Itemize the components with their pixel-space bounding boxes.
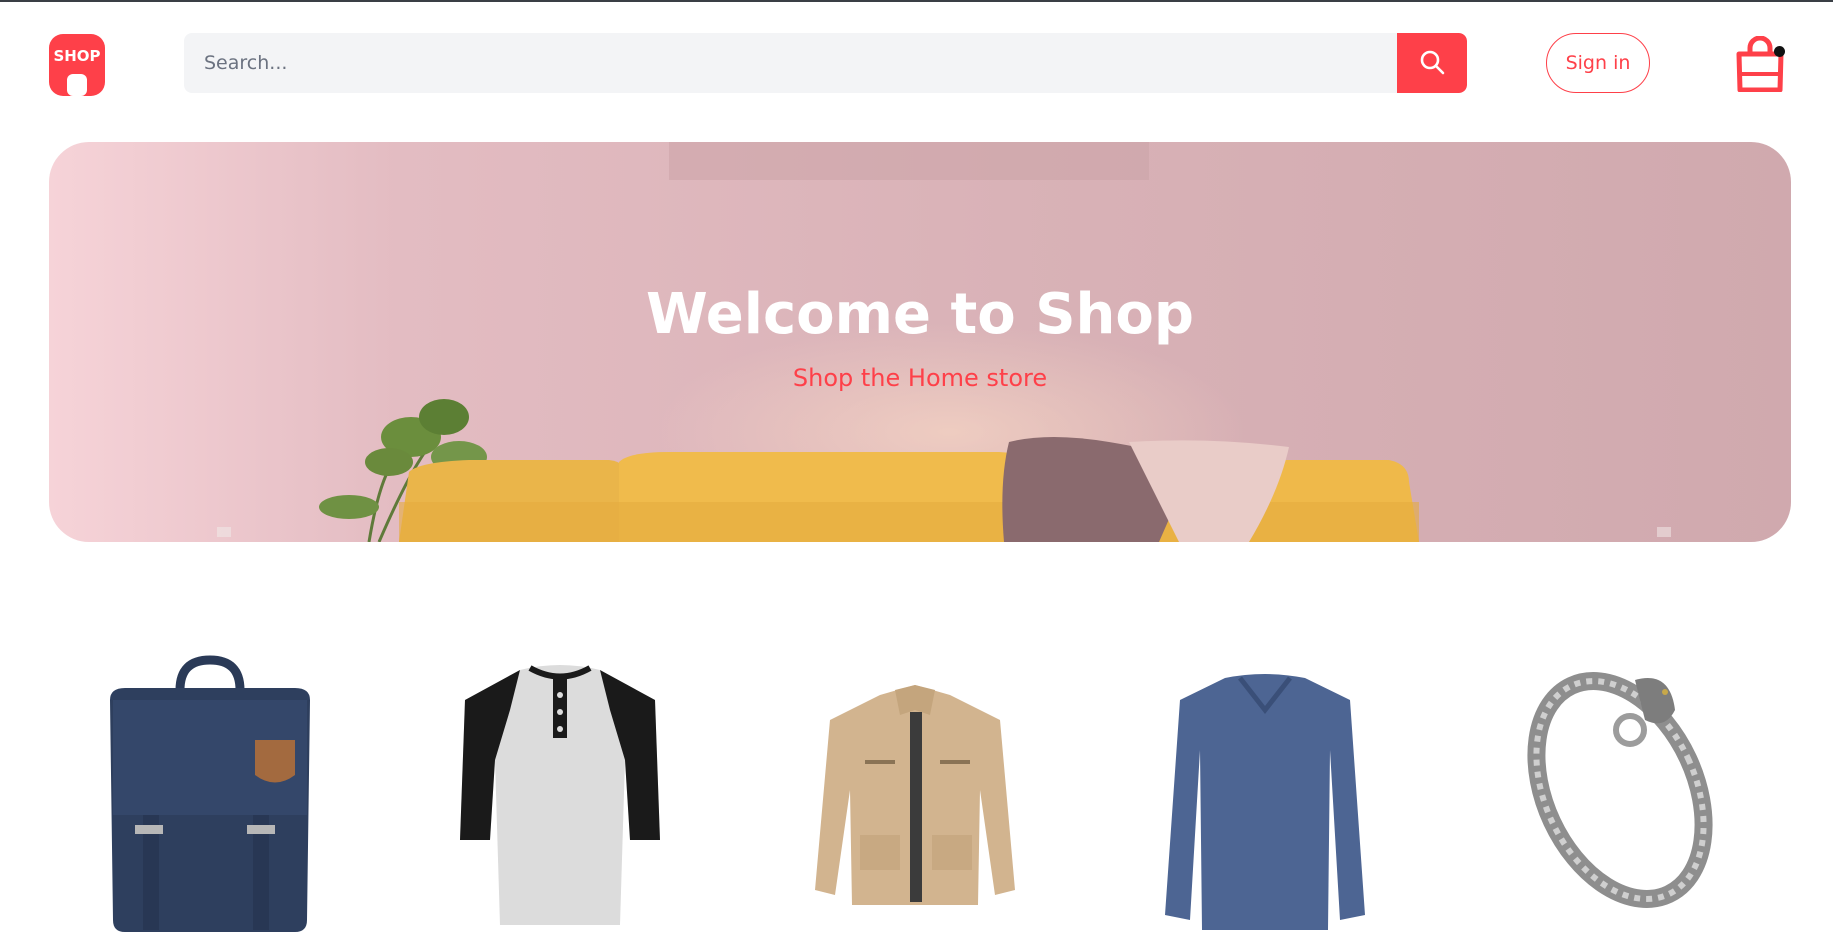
hero-subtitle: Shop the Home store: [792, 364, 1048, 392]
product-list: [0, 620, 1833, 943]
search-input[interactable]: [184, 33, 1397, 93]
cart-button[interactable]: [1734, 35, 1786, 93]
shopping-bag-icon: [1734, 35, 1786, 96]
long-sleeve-shirt-image: [1165, 674, 1365, 930]
search-bar: [184, 33, 1467, 93]
search-icon: [1419, 49, 1445, 78]
product-card-backpack[interactable]: [95, 640, 325, 940]
logo-text: SHOP: [53, 47, 100, 65]
backpack-image: [110, 655, 310, 932]
cart-badge-dot: [1774, 46, 1785, 57]
sign-in-button[interactable]: Sign in: [1546, 33, 1650, 93]
product-card-henley-shirt[interactable]: [445, 640, 675, 940]
hero-title: Welcome to Shop: [646, 282, 1194, 347]
bracelet-image: [1527, 672, 1713, 908]
product-card-long-sleeve-shirt[interactable]: [1150, 640, 1380, 940]
henley-shirt-image: [460, 665, 660, 925]
jacket-image: [815, 685, 1015, 905]
shop-logo[interactable]: SHOP: [49, 34, 105, 96]
search-button[interactable]: [1397, 33, 1467, 93]
product-card-jacket[interactable]: [800, 640, 1030, 940]
hero-banner: Welcome to Shop Shop the Home store: [49, 142, 1791, 542]
product-card-bracelet[interactable]: [1505, 640, 1735, 940]
header: SHOP Sign in: [0, 2, 1833, 122]
blanket-icon: [1002, 437, 1289, 542]
